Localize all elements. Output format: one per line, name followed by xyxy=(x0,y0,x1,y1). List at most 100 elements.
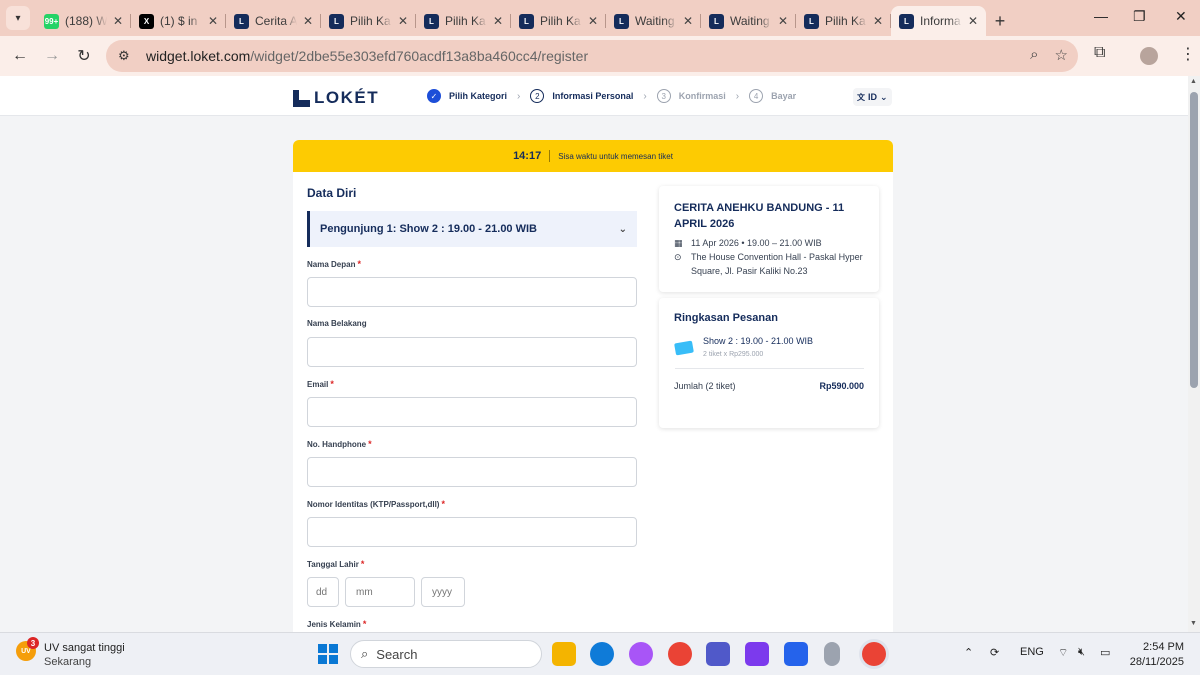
close-tab-icon[interactable]: ✕ xyxy=(208,14,218,28)
close-tab-icon[interactable]: ✕ xyxy=(493,14,503,28)
language-selector[interactable]: 文 ID ⌄ xyxy=(853,88,892,106)
step-label: Bayar xyxy=(771,91,797,101)
browser-tab[interactable]: L Waiting ✕ xyxy=(606,6,701,36)
taskbar-search[interactable]: ⌕ Search xyxy=(350,640,542,668)
close-tab-icon[interactable]: ✕ xyxy=(588,14,598,28)
total-amount: Rp590.000 xyxy=(819,381,864,391)
browser-toolbar: ← → ↻ ⚙ widget.loket.com/widget/2dbe55e3… xyxy=(0,36,1200,76)
chevron-right-icon: › xyxy=(517,90,521,102)
loket-logo[interactable]: LOKÉT xyxy=(293,88,379,108)
scroll-down-arrow-icon[interactable]: ▼ xyxy=(1190,620,1197,627)
step-number: 4 xyxy=(749,89,764,103)
extensions-icon[interactable]: ⧉ xyxy=(1094,44,1105,62)
store-icon[interactable] xyxy=(784,642,808,666)
tray-overflow-icon[interactable]: ⌃ xyxy=(964,646,973,659)
start-button[interactable] xyxy=(318,644,338,664)
chrome-active-icon[interactable] xyxy=(862,642,886,666)
loket-icon: L xyxy=(709,13,724,29)
browser-tab[interactable]: L Pilih Ka ✕ xyxy=(511,6,606,36)
visitor-accordion[interactable]: Pengunjung 1: Show 2 : 19.00 - 21.00 WIB… xyxy=(307,211,637,247)
birth-year-input[interactable] xyxy=(421,577,465,607)
minimize-icon[interactable]: — xyxy=(1094,8,1108,24)
checkout-step: 3 Konfirmasi xyxy=(656,89,726,103)
loket-icon: L xyxy=(329,13,344,29)
sync-icon[interactable]: ⟳ xyxy=(990,646,999,659)
chevron-down-icon: ▾ xyxy=(15,12,21,24)
countdown-banner: 14:17 Sisa waktu untuk memesan tiket xyxy=(293,140,893,172)
browser-tab[interactable]: L Waiting ✕ xyxy=(701,6,796,36)
close-tab-icon[interactable]: ✕ xyxy=(113,14,123,28)
first-name-input[interactable] xyxy=(307,277,637,307)
id-number-input[interactable] xyxy=(307,517,637,547)
tab-title: (1) $ in xyxy=(160,14,198,28)
browser-tab[interactable]: L Informa ✕ xyxy=(891,6,986,36)
reload-button[interactable]: ↻ xyxy=(68,40,100,72)
event-venue: ⊙ The House Convention Hall - Paskal Hyp… xyxy=(674,252,863,276)
close-window-icon[interactable]: ✕ xyxy=(1175,8,1187,25)
countdown-timer: 14:17 xyxy=(513,150,551,162)
phone-input[interactable] xyxy=(307,457,637,487)
tab-title: Cerita A xyxy=(255,14,297,28)
page-scrollbar[interactable]: ▲ ▼ xyxy=(1188,76,1200,632)
event-datetime: ▦ 11 Apr 2026 • 19.00 – 21.00 WIB xyxy=(674,238,822,248)
step-number: ✓ xyxy=(427,89,441,103)
tab-search-button[interactable]: ▾ xyxy=(6,6,30,30)
copilot-icon[interactable] xyxy=(629,642,653,666)
zoom-icon[interactable]: ⌕ xyxy=(1030,46,1038,64)
teams-icon[interactable] xyxy=(706,642,730,666)
tab-title: Pilih Ka xyxy=(445,14,486,28)
battery-icon[interactable]: ▭ xyxy=(1100,646,1110,659)
forward-button[interactable]: → xyxy=(36,40,68,72)
order-summary-title: Ringkasan Pesanan xyxy=(674,312,778,324)
step-number: 3 xyxy=(656,89,671,103)
browser-tab[interactable]: L Pilih Ka ✕ xyxy=(796,6,891,36)
input-language[interactable]: ENG xyxy=(1020,646,1044,658)
close-tab-icon[interactable]: ✕ xyxy=(778,14,788,28)
close-tab-icon[interactable]: ✕ xyxy=(398,14,408,28)
bookmark-star-icon[interactable]: ☆ xyxy=(1055,46,1068,64)
weather-badge: 3 xyxy=(27,637,39,649)
tab-title: Pilih Ka xyxy=(540,14,581,28)
last-name-label: Nama Belakang xyxy=(307,319,367,328)
new-tab-button[interactable]: + xyxy=(986,6,1014,36)
close-tab-icon[interactable]: ✕ xyxy=(968,14,978,28)
wifi-icon[interactable]: ⌔ xyxy=(1058,646,1068,660)
weather-widget[interactable]: UV 3 UV sangat tinggi Sekarang xyxy=(16,637,125,669)
close-tab-icon[interactable]: ✕ xyxy=(873,14,883,28)
phone-field-group: No. Handphone * xyxy=(307,439,637,487)
loket-logo-icon xyxy=(293,89,310,107)
weather-subtitle: Sekarang xyxy=(44,656,92,668)
checkout-steps: ✓ Pilih Kategori › 2 Informasi Personal › 3 Kon… xyxy=(427,89,796,103)
browser-tab[interactable]: 99+ (188) W ✕ xyxy=(36,6,131,36)
countdown-text: Sisa waktu untuk memesan tiket xyxy=(558,151,673,161)
chrome-icon[interactable] xyxy=(668,642,692,666)
browser-tab[interactable]: L Cerita A ✕ xyxy=(226,6,321,36)
birth-month-input[interactable] xyxy=(345,577,415,607)
profile-avatar[interactable] xyxy=(1140,47,1158,65)
site-settings-icon[interactable]: ⚙ xyxy=(118,48,134,64)
restore-icon[interactable]: ❐ xyxy=(1133,8,1146,25)
app-icon[interactable] xyxy=(745,642,769,666)
more-menu-icon[interactable]: ⋮ xyxy=(1180,44,1196,64)
uv-weather-icon: UV 3 xyxy=(16,637,39,661)
close-tab-icon[interactable]: ✕ xyxy=(683,14,693,28)
browser-tab[interactable]: X (1) $ in ✕ xyxy=(131,6,226,36)
last-name-input[interactable] xyxy=(307,337,637,367)
scroll-up-arrow-icon[interactable]: ▲ xyxy=(1190,78,1197,85)
edge-icon[interactable] xyxy=(590,642,614,666)
back-button[interactable]: ← xyxy=(4,40,36,72)
browser-tab[interactable]: L Pilih Ka ✕ xyxy=(321,6,416,36)
mouse-app-icon[interactable] xyxy=(824,642,840,666)
scroll-thumb[interactable] xyxy=(1190,92,1198,388)
taskbar-clock[interactable]: 2:54 PM 28/11/2025 xyxy=(1124,640,1184,670)
email-input[interactable] xyxy=(307,397,637,427)
volume-muted-icon[interactable]: 🔇︎ xyxy=(1078,646,1085,659)
file-explorer-icon[interactable] xyxy=(552,642,576,666)
address-bar[interactable]: ⚙ widget.loket.com/widget/2dbe55e303efd7… xyxy=(106,40,1078,72)
browser-tab[interactable]: L Pilih Ka ✕ xyxy=(416,6,511,36)
section-title: Data Diri xyxy=(307,186,357,200)
birth-day-input[interactable] xyxy=(307,577,339,607)
order-total: Jumlah (2 tiket) Rp590.000 xyxy=(674,381,864,391)
visitor-accordion-label: Pengunjung 1: Show 2 : 19.00 - 21.00 WIB xyxy=(320,223,537,235)
close-tab-icon[interactable]: ✕ xyxy=(303,14,313,28)
